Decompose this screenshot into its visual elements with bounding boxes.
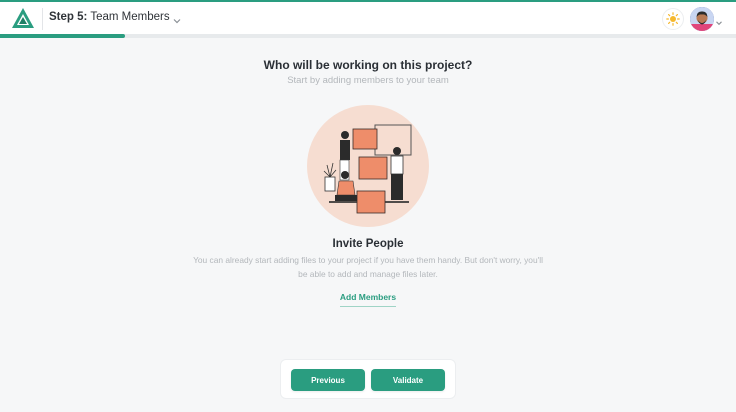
page-subtitle: Start by adding members to your team [287,75,449,86]
top-bar: Step 5: Team Members [0,0,736,34]
add-members-wrapper: Add Members [0,287,736,307]
progress-bar [0,34,736,38]
header-divider [42,8,43,30]
avatar[interactable] [690,7,714,31]
previous-button[interactable]: Previous [291,369,365,391]
triangle-logo-icon[interactable] [12,8,34,28]
step-navigation: Previous Validate [280,359,456,399]
validate-button[interactable]: Validate [371,369,445,391]
invite-title: Invite People [332,238,404,250]
theme-toggle-button[interactable] [662,8,684,30]
sun-icon [666,12,680,26]
invite-description: You can already start adding files to yo… [193,255,543,279]
team-illustration [307,105,429,227]
chevron-down-icon[interactable] [172,13,182,24]
page-title: Who will be working on this project? [263,58,473,72]
step-title[interactable]: Step 5: Team Members [49,11,170,23]
step-name: Team Members [90,11,170,23]
step-prefix: Step 5: [49,11,88,23]
add-members-link[interactable]: Add Members [339,292,397,307]
progress-fill [0,34,126,38]
chevron-down-icon[interactable] [715,14,723,26]
